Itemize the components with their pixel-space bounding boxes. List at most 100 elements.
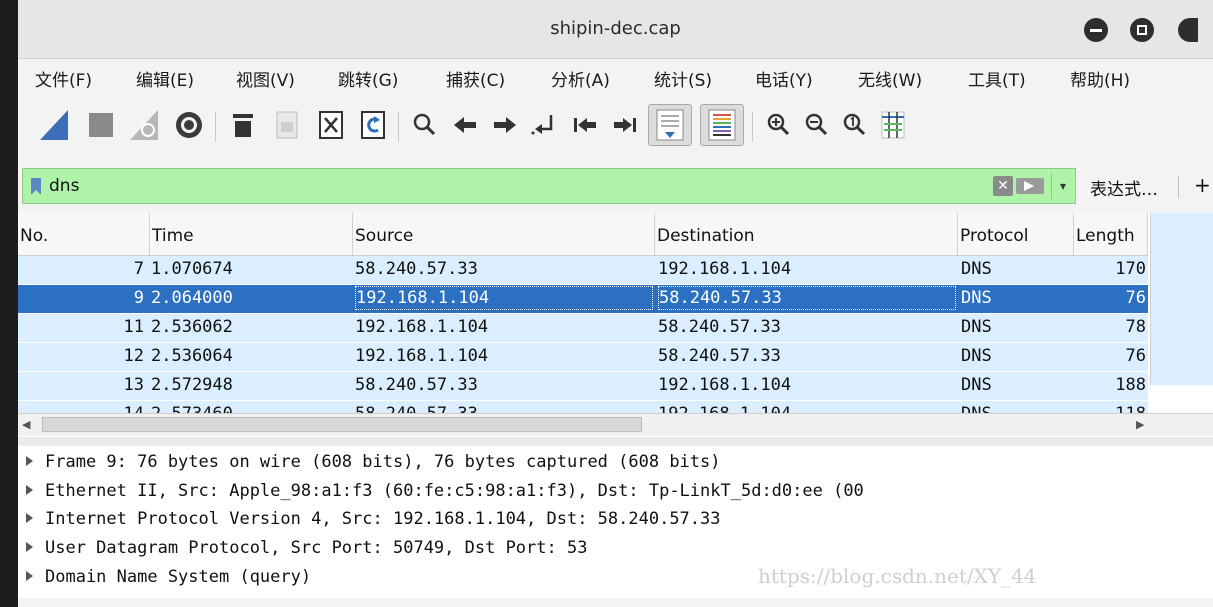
go-forward-icon[interactable]	[486, 106, 524, 144]
detail-ethernet[interactable]: Ethernet II, Src: Apple_98:a1:f3 (60:fe:…	[22, 481, 864, 501]
menu-telephony[interactable]: 电话(Y)	[755, 66, 813, 91]
go-back-icon[interactable]	[446, 106, 484, 144]
cell-source: 58.240.57.33	[355, 259, 478, 279]
cell-destination: 58.240.57.33	[658, 346, 781, 366]
add-filter-button[interactable]: +	[1194, 173, 1211, 197]
restart-capture-icon[interactable]	[126, 106, 164, 144]
cell-destination: 192.168.1.104	[658, 259, 792, 279]
menu-edit[interactable]: 编辑(E)	[136, 66, 194, 91]
column-length[interactable]: Length	[1074, 213, 1148, 255]
menu-view[interactable]: 视图(V)	[236, 66, 295, 91]
apply-filter-icon[interactable]	[1016, 178, 1044, 194]
find-packet-icon[interactable]	[406, 106, 444, 144]
packet-row[interactable]: 12 2.536064 192.168.1.104 58.240.57.33 DNS 76	[18, 343, 1148, 371]
menu-file[interactable]: 文件(F)	[35, 66, 92, 91]
menu-bar: 文件(F) 编辑(E) 视图(V) 跳转(G) 捕获(C) 分析(A) 统计(S…	[18, 59, 1213, 95]
expand-arrow-icon[interactable]	[26, 456, 33, 466]
expand-arrow-icon[interactable]	[26, 571, 33, 581]
first-packet-icon[interactable]	[566, 106, 604, 144]
minimize-icon[interactable]	[1084, 18, 1108, 42]
cell-protocol: DNS	[961, 317, 992, 337]
menu-capture[interactable]: 捕获(C)	[446, 66, 505, 91]
close-icon[interactable]	[1178, 18, 1198, 42]
zoom-out-icon[interactable]	[798, 106, 836, 144]
menu-analyze[interactable]: 分析(A)	[551, 66, 610, 91]
expand-arrow-icon[interactable]	[26, 542, 33, 552]
menu-go[interactable]: 跳转(G)	[338, 66, 398, 91]
column-destination[interactable]: Destination	[655, 213, 958, 255]
column-protocol[interactable]: Protocol	[958, 213, 1074, 255]
expression-button[interactable]: 表达式…	[1090, 175, 1158, 200]
cell-no: 13	[123, 375, 144, 395]
detail-text: Domain Name System (query)	[45, 567, 312, 587]
detail-udp[interactable]: User Datagram Protocol, Src Port: 50749,…	[22, 538, 587, 558]
cell-no: 11	[123, 317, 144, 337]
bookmark-icon[interactable]	[31, 178, 41, 195]
menu-wireless[interactable]: 无线(W)	[858, 66, 922, 91]
packet-row[interactable]: 13 2.572948 58.240.57.33 192.168.1.104 DNS 18…	[18, 372, 1148, 400]
cell-time: 1.070674	[151, 259, 233, 279]
open-file-icon[interactable]	[224, 106, 262, 144]
packet-row[interactable]: 9 2.064000 192.168.1.104 58.240.57.33 DNS 76	[18, 285, 1148, 313]
maximize-icon[interactable]	[1130, 18, 1154, 42]
expand-arrow-icon[interactable]	[26, 513, 33, 523]
close-file-icon[interactable]	[312, 106, 350, 144]
menu-tools[interactable]: 工具(T)	[968, 66, 1026, 91]
last-packet-icon[interactable]	[606, 106, 644, 144]
detail-ip[interactable]: Internet Protocol Version 4, Src: 192.16…	[22, 509, 721, 529]
column-no[interactable]: No.	[18, 213, 150, 255]
cell-time: 2.064000	[151, 288, 233, 308]
scrollbar-thumb[interactable]	[42, 417, 642, 432]
cell-no: 12	[123, 346, 144, 366]
toolbar-separator	[215, 112, 216, 142]
cell-length: 188	[1115, 375, 1146, 395]
cell-source: 58.240.57.33	[355, 375, 478, 395]
cell-protocol: DNS	[961, 259, 992, 279]
column-source[interactable]: Source	[353, 213, 655, 255]
packet-row[interactable]: 11 2.536062 192.168.1.104 58.240.57.33 DNS 78	[18, 314, 1148, 342]
display-filter-bar: dns ✕ ▾ 表达式… +	[18, 160, 1213, 212]
packet-row[interactable]: 7 1.070674 58.240.57.33 192.168.1.104 DNS 170	[18, 256, 1148, 284]
packet-details-pane: Frame 9: 76 bytes on wire (608 bits), 76…	[18, 446, 1213, 598]
filter-text[interactable]: dns	[49, 176, 79, 196]
pane-splitter[interactable]	[18, 437, 1213, 445]
packet-minimap[interactable]	[1150, 213, 1213, 385]
filter-history-dropdown[interactable]: ▾	[1051, 173, 1074, 199]
cell-source: 192.168.1.104	[355, 286, 653, 310]
menu-help[interactable]: 帮助(H)	[1070, 66, 1130, 91]
cell-time: 2.536062	[151, 317, 233, 337]
cell-protocol: DNS	[961, 375, 992, 395]
colorize-icon[interactable]	[700, 104, 744, 146]
menu-statistics[interactable]: 统计(S)	[654, 66, 712, 91]
desktop-edge	[0, 0, 18, 607]
cell-source: 192.168.1.104	[355, 317, 489, 337]
zoom-in-icon[interactable]	[760, 106, 798, 144]
packet-list-header: No. Time Source Destination Protocol Len…	[18, 213, 1148, 256]
go-to-packet-icon[interactable]	[526, 106, 564, 144]
detail-frame[interactable]: Frame 9: 76 bytes on wire (608 bits), 76…	[22, 452, 721, 472]
save-file-icon[interactable]	[268, 106, 306, 144]
cell-destination: 58.240.57.33	[658, 286, 956, 310]
wireshark-window: shipin-dec.cap 文件(F) 编辑(E) 视图(V) 跳转(G) 捕…	[18, 0, 1213, 607]
window-title: shipin-dec.cap	[550, 18, 681, 39]
cell-length: 78	[1125, 317, 1146, 337]
scroll-right-icon[interactable]: ▶	[1136, 418, 1144, 431]
auto-scroll-icon[interactable]	[648, 104, 692, 146]
reload-file-icon[interactable]	[354, 106, 392, 144]
column-time[interactable]: Time	[150, 213, 353, 255]
minimap-strip	[1151, 243, 1213, 385]
resize-columns-icon[interactable]	[874, 106, 912, 144]
detail-dns[interactable]: Domain Name System (query)	[22, 567, 311, 587]
clear-filter-icon[interactable]: ✕	[993, 176, 1013, 196]
normal-size-icon[interactable]	[836, 106, 874, 144]
start-capture-icon[interactable]	[36, 106, 74, 144]
expand-arrow-icon[interactable]	[26, 485, 33, 495]
cell-length: 76	[1125, 288, 1146, 308]
horizontal-scrollbar[interactable]: ◀ ▶	[18, 413, 1213, 436]
display-filter-input[interactable]: dns ✕ ▾	[22, 168, 1076, 204]
capture-options-icon[interactable]	[170, 106, 208, 144]
cell-destination: 192.168.1.104	[658, 375, 792, 395]
scroll-left-icon[interactable]: ◀	[22, 418, 30, 431]
stop-capture-icon[interactable]	[82, 106, 120, 144]
cell-protocol: DNS	[961, 288, 992, 308]
